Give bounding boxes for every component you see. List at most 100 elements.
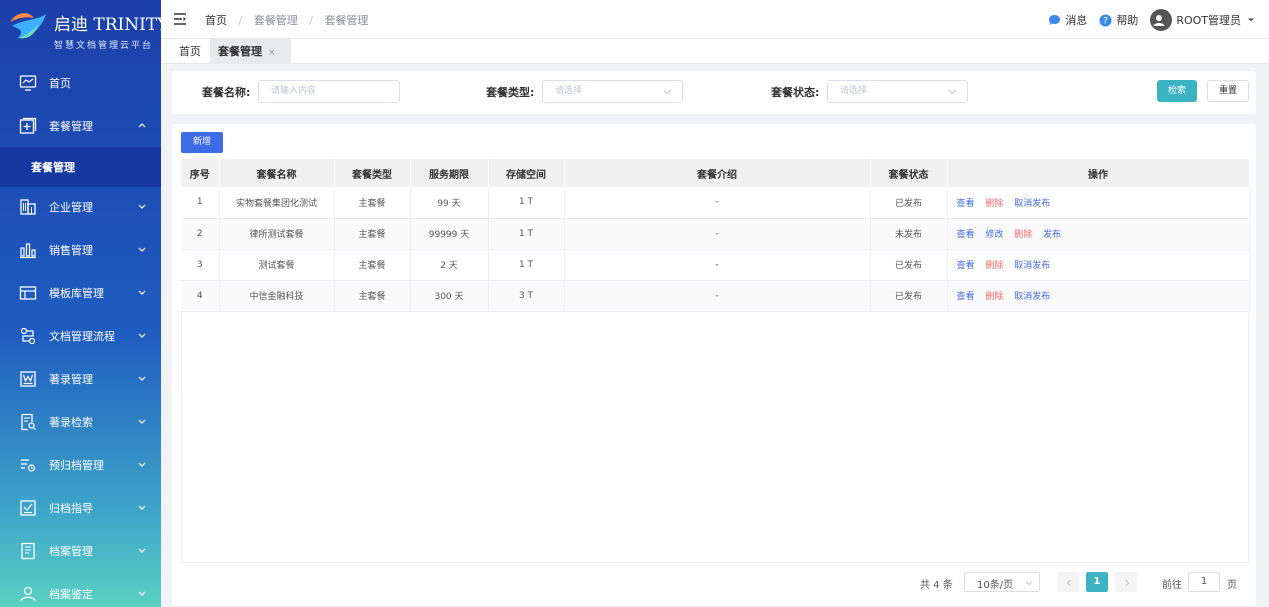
breadcrumb-package: 套餐管理 <box>253 14 298 27</box>
breadcrumb-home[interactable]: 首页 <box>205 14 227 27</box>
chevron-down-icon <box>138 591 146 596</box>
tab-label: 首页 <box>179 45 201 58</box>
table-empty-area <box>181 313 1249 563</box>
doc-search-icon <box>18 412 38 432</box>
sidebar-item-archive-manage[interactable]: 档案管理 <box>0 531 161 571</box>
check-doc-icon <box>18 498 38 518</box>
view-link[interactable]: 查看 <box>957 230 975 240</box>
breadcrumb: 首页 / 套餐管理 / 套餐管理 <box>205 12 368 28</box>
cell-status: 未发布 <box>870 218 948 250</box>
col-header-index: 序号 <box>181 159 220 187</box>
breadcrumb-separator: / <box>309 14 313 27</box>
user-menu[interactable]: ROOT管理员 <box>1150 9 1259 31</box>
delete-link[interactable]: 删除 <box>1014 230 1032 240</box>
sidebar-item-package[interactable]: 套餐管理 <box>0 106 161 146</box>
package-status-label: 套餐状态: <box>771 86 820 99</box>
sidebar-item-archive-guide[interactable]: 归档指导 <box>0 488 161 528</box>
tab-package-manage[interactable]: 套餐管理 × <box>210 39 291 64</box>
page-size-select[interactable]: 10条/页 <box>964 572 1040 592</box>
help-label: 帮助 <box>1116 14 1139 27</box>
table-row: 4 中信金融科技 主套餐 300 天 3 T - 已发布 查看 删除 取消发布 <box>181 280 1250 312</box>
cell-intro: - <box>564 280 871 312</box>
bar-chart-icon <box>18 240 38 260</box>
cell-storage: 3 T <box>488 280 565 312</box>
package-status-select[interactable]: 请选择 <box>827 80 968 103</box>
sidebar-item-label: 预归档管理 <box>49 459 104 472</box>
sidebar-item-home[interactable]: 首页 <box>0 63 161 103</box>
view-link[interactable]: 查看 <box>957 292 975 302</box>
unpublish-link[interactable]: 取消发布 <box>1014 199 1050 209</box>
publish-link[interactable]: 发布 <box>1043 230 1061 240</box>
messages-button[interactable]: 消息 <box>1048 12 1087 28</box>
goto-suffix: 页 <box>1227 580 1237 591</box>
brand-title: 启迪 TRINITY <box>54 15 161 35</box>
close-icon[interactable]: × <box>268 48 276 58</box>
sidebar-item-enterprise[interactable]: 企业管理 <box>0 187 161 227</box>
unpublish-link[interactable]: 取消发布 <box>1014 292 1050 302</box>
prev-page-button[interactable] <box>1057 572 1079 592</box>
sidebar-item-sales[interactable]: 销售管理 <box>0 230 161 270</box>
select-placeholder: 请选择 <box>840 86 868 96</box>
cell-term: 2 天 <box>410 249 489 281</box>
reset-button[interactable]: 重置 <box>1207 80 1249 102</box>
next-page-button[interactable] <box>1115 572 1137 592</box>
brand-logo: 启迪 TRINITY 智慧文档管理云平台 <box>0 0 161 62</box>
word-doc-icon <box>18 369 38 389</box>
sidebar-item-label: 文档管理流程 <box>49 330 115 343</box>
add-button[interactable]: 新增 <box>181 132 223 153</box>
sidebar-item-pre-archive[interactable]: 预归档管理 <box>0 445 161 485</box>
delete-link[interactable]: 删除 <box>985 292 1003 302</box>
tabs-bar: 首页 套餐管理 × <box>161 39 1269 64</box>
col-header-status: 套餐状态 <box>870 159 948 187</box>
breadcrumb-current: 套餐管理 <box>324 14 369 27</box>
chevron-down-icon <box>138 290 146 295</box>
tab-home[interactable]: 首页 <box>171 39 209 64</box>
sidebar-subitem-package-manage[interactable]: 套餐管理 <box>0 147 161 187</box>
sidebar-item-label: 销售管理 <box>49 244 93 257</box>
archive-icon <box>18 541 38 561</box>
chevron-right-icon <box>1125 579 1130 587</box>
col-header-term: 服务期限 <box>410 159 489 187</box>
page-1-button[interactable]: 1 <box>1086 572 1108 592</box>
sidebar-item-label: 模板库管理 <box>49 287 104 300</box>
package-name-input[interactable]: 请输入内容 <box>258 80 400 103</box>
chevron-left-icon <box>1066 579 1071 587</box>
pagination-total: 共 4 条 <box>920 580 953 591</box>
unpublish-link[interactable]: 取消发布 <box>1014 261 1050 271</box>
workflow-icon <box>18 326 38 346</box>
cell-type: 主套餐 <box>334 187 411 219</box>
search-button[interactable]: 检索 <box>1157 80 1197 102</box>
monitor-chart-icon <box>18 73 38 93</box>
sidebar-item-template[interactable]: 模板库管理 <box>0 273 161 313</box>
chevron-down-icon <box>138 505 146 510</box>
sidebar-item-archive-appraisal[interactable]: 档案鉴定 <box>0 574 161 607</box>
edit-link[interactable]: 修改 <box>985 230 1003 240</box>
cell-name: 实物套餐集团化测试 <box>219 187 335 219</box>
delete-link[interactable]: 删除 <box>985 199 1003 209</box>
sidebar-item-catalog-search[interactable]: 著录检索 <box>0 402 161 442</box>
cell-status: 已发布 <box>870 187 948 219</box>
sidebar-item-doc-workflow[interactable]: 文档管理流程 <box>0 316 161 356</box>
package-name-label: 套餐名称: <box>202 86 251 99</box>
messages-label: 消息 <box>1065 14 1088 27</box>
col-header-actions: 操作 <box>947 159 1250 187</box>
filter-panel: 套餐名称: 请输入内容 套餐类型: 请选择 套餐状态: 请选择 检索 重置 <box>172 71 1256 114</box>
sidebar-item-cataloging[interactable]: 著录管理 <box>0 359 161 399</box>
cell-intro: - <box>564 187 871 219</box>
goto-page-input[interactable]: 1 <box>1188 572 1220 592</box>
sidebar-item-label: 归档指导 <box>49 502 93 515</box>
menu-fold-icon[interactable] <box>173 12 187 26</box>
help-button[interactable]: ? 帮助 <box>1099 12 1138 28</box>
view-link[interactable]: 查看 <box>957 199 975 209</box>
cell-status: 已发布 <box>870 280 948 312</box>
table-row: 3 测试套餐 主套餐 2 天 1 T - 已发布 查看 删除 取消发布 <box>181 249 1250 281</box>
cell-intro: - <box>564 249 871 281</box>
brand-subtitle: 智慧文档管理云平台 <box>54 41 154 51</box>
building-icon <box>18 197 38 217</box>
chevron-down-icon <box>138 462 146 467</box>
delete-link[interactable]: 删除 <box>985 261 1003 271</box>
package-type-select[interactable]: 请选择 <box>542 80 683 103</box>
top-bar: 首页 / 套餐管理 / 套餐管理 消息 ? 帮助 ROOT管理员 <box>161 0 1269 39</box>
chevron-down-icon <box>948 89 957 95</box>
view-link[interactable]: 查看 <box>957 261 975 271</box>
